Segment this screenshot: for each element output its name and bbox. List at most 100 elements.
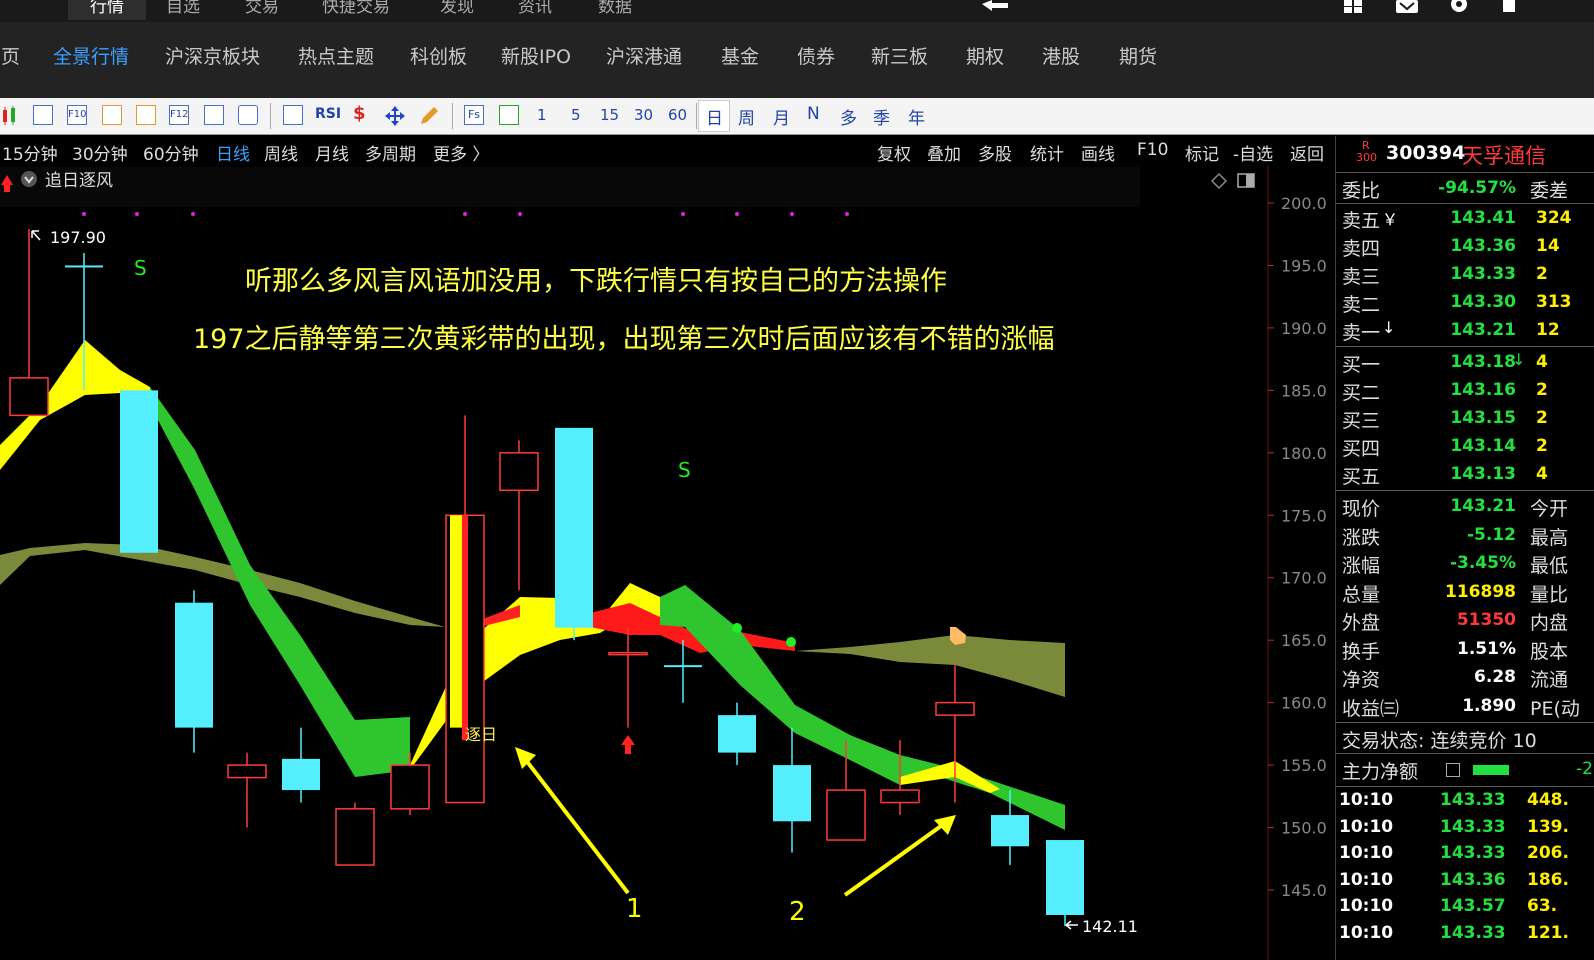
- grid-icon[interactable]: [1340, 0, 1370, 14]
- stock-badge-top: R: [1362, 139, 1370, 152]
- candle[interactable]: [120, 390, 158, 553]
- sell-signal-s: S: [134, 256, 147, 280]
- tab-home[interactable]: 首页: [0, 42, 20, 69]
- period-month[interactable]: 月: [773, 104, 790, 129]
- tab-hk[interactable]: 港股: [1042, 42, 1080, 69]
- sell-level-row[interactable]: 卖四 143.36 14: [1336, 232, 1594, 260]
- btn-zixuan[interactable]: -自选: [1233, 140, 1273, 165]
- menu-item-faxian[interactable]: 发现: [440, 0, 474, 20]
- tab-bankuai[interactable]: 沪深京板块: [165, 42, 260, 69]
- window-icon[interactable]: [1500, 0, 1520, 14]
- order-volume: 4: [1536, 352, 1548, 372]
- order-price: 143.15: [1450, 408, 1516, 428]
- btn-back[interactable]: 返回: [1290, 140, 1324, 165]
- tab-bond[interactable]: 债券: [797, 42, 835, 69]
- fs-icon[interactable]: Fs: [464, 105, 484, 125]
- wave-icon[interactable]: [283, 105, 303, 125]
- gear-icon[interactable]: [1446, 0, 1472, 14]
- menu-item-zixun[interactable]: 资讯: [518, 0, 552, 20]
- notebook-icon[interactable]: [136, 105, 156, 125]
- list-icon[interactable]: [33, 105, 53, 125]
- btn-biaoji[interactable]: 标记: [1185, 140, 1219, 165]
- sell-level-row[interactable]: 卖一 ↓ 143.21 12: [1336, 316, 1594, 344]
- rsi-icon[interactable]: RSI: [315, 106, 341, 122]
- period-more[interactable]: 更多 〉: [433, 140, 489, 165]
- tab-fund[interactable]: 基金: [721, 42, 759, 69]
- buy-level-row[interactable]: 买四 143.14 2: [1336, 432, 1594, 460]
- period-n[interactable]: N: [807, 104, 820, 124]
- btn-f10[interactable]: F10: [1137, 140, 1168, 160]
- buy-level-row[interactable]: 买一 ↓ 143.18 4: [1336, 348, 1594, 376]
- doc-icon[interactable]: [102, 105, 122, 125]
- btn-duogu[interactable]: 多股: [978, 140, 1012, 165]
- menu-item-zixuan[interactable]: 自选: [166, 0, 200, 20]
- period-week[interactable]: 周: [738, 104, 755, 129]
- period-daily[interactable]: 日线: [216, 140, 250, 165]
- minute-60[interactable]: 60: [668, 106, 687, 124]
- tab-redian[interactable]: 热点主题: [298, 42, 374, 69]
- f10-icon[interactable]: F10: [67, 105, 87, 125]
- menu-item-jiaoyi[interactable]: 交易: [245, 0, 279, 20]
- pencil-icon[interactable]: [418, 105, 440, 127]
- btn-fuquan[interactable]: 复权: [877, 140, 911, 165]
- table-icon[interactable]: [1446, 763, 1460, 777]
- tick-time: 10:10: [1339, 922, 1394, 943]
- stock-name[interactable]: 天孚通信: [1462, 140, 1546, 170]
- sell-level-row[interactable]: 卖三 143.33 2: [1336, 260, 1594, 288]
- order-level-label: 买四: [1342, 438, 1381, 460]
- period-day[interactable]: 日: [706, 104, 723, 129]
- minute-30[interactable]: 30: [634, 106, 653, 124]
- message-icon[interactable]: [1394, 0, 1420, 14]
- minute-5[interactable]: 5: [571, 106, 581, 124]
- sell-level-row[interactable]: 卖五 ￥ 143.41 324: [1336, 204, 1594, 232]
- buy-level-row[interactable]: 买五 143.13 4: [1336, 460, 1594, 488]
- period-30min[interactable]: 30分钟: [72, 140, 128, 165]
- period-multi[interactable]: 多: [840, 104, 857, 129]
- order-price: 143.18: [1450, 352, 1516, 372]
- order-level-label: 卖四: [1342, 238, 1381, 260]
- btn-diejia[interactable]: 叠加: [927, 140, 961, 165]
- tab-ipo[interactable]: 新股IPO: [501, 42, 571, 69]
- tab-quanjing[interactable]: 全景行情: [53, 42, 129, 69]
- minute-15[interactable]: 15: [600, 106, 619, 124]
- candle[interactable]: [1046, 840, 1084, 927]
- candle[interactable]: [555, 427, 593, 641]
- period-15min[interactable]: 15分钟: [2, 140, 58, 165]
- buy-level-row[interactable]: 买三 143.15 2: [1336, 404, 1594, 432]
- candle-body: [826, 789, 866, 841]
- period-year[interactable]: 年: [908, 104, 925, 129]
- period-season[interactable]: 季: [873, 104, 890, 129]
- tab-xinsanban[interactable]: 新三板: [871, 42, 928, 69]
- tab-hugangtong[interactable]: 沪深港通: [606, 42, 682, 69]
- back-arrow-icon[interactable]: [980, 0, 1010, 12]
- tick-price: 143.36: [1440, 869, 1506, 890]
- tab-options[interactable]: 期权: [966, 42, 1004, 69]
- period-multi-cycle[interactable]: 多周期: [365, 140, 416, 165]
- sell-level-row[interactable]: 卖二 143.30 313: [1336, 288, 1594, 316]
- candle-icon[interactable]: [0, 105, 22, 127]
- yellow-marker-bar: [450, 515, 462, 728]
- candle[interactable]: [335, 802, 375, 866]
- menu-item-kuaijie[interactable]: 快捷交易: [322, 0, 390, 20]
- period-monthly[interactable]: 月线: [315, 140, 349, 165]
- period-60min[interactable]: 60分钟: [143, 140, 199, 165]
- tab-kechuang[interactable]: 科创板: [410, 42, 467, 69]
- tab-futures[interactable]: 期货: [1119, 42, 1157, 69]
- move-icon[interactable]: [384, 105, 406, 127]
- formula-icon[interactable]: [204, 105, 224, 125]
- money-icon[interactable]: $: [353, 103, 366, 124]
- kline-chart[interactable]: 追日逐风 200.0 195.0 190.0 185.0 180.0 175.0 170.0…: [0, 165, 1335, 960]
- minute-1[interactable]: 1: [537, 106, 547, 124]
- period-weekly[interactable]: 周线: [264, 140, 298, 165]
- toolbar-separator: [452, 103, 453, 129]
- refresh-icon[interactable]: [499, 105, 519, 125]
- circle-icon[interactable]: [238, 105, 258, 125]
- f12-icon[interactable]: F12: [169, 105, 189, 125]
- stock-code[interactable]: 300394: [1386, 142, 1465, 164]
- buy-level-row[interactable]: 买二 143.16 2: [1336, 376, 1594, 404]
- btn-huaxian[interactable]: 画线: [1081, 140, 1115, 165]
- menu-item-hangqing[interactable]: 行情: [68, 0, 146, 20]
- btn-tongji[interactable]: 统计: [1030, 140, 1064, 165]
- dropdown-circle-icon[interactable]: [21, 171, 37, 187]
- menu-item-shuju[interactable]: 数据: [598, 0, 632, 20]
